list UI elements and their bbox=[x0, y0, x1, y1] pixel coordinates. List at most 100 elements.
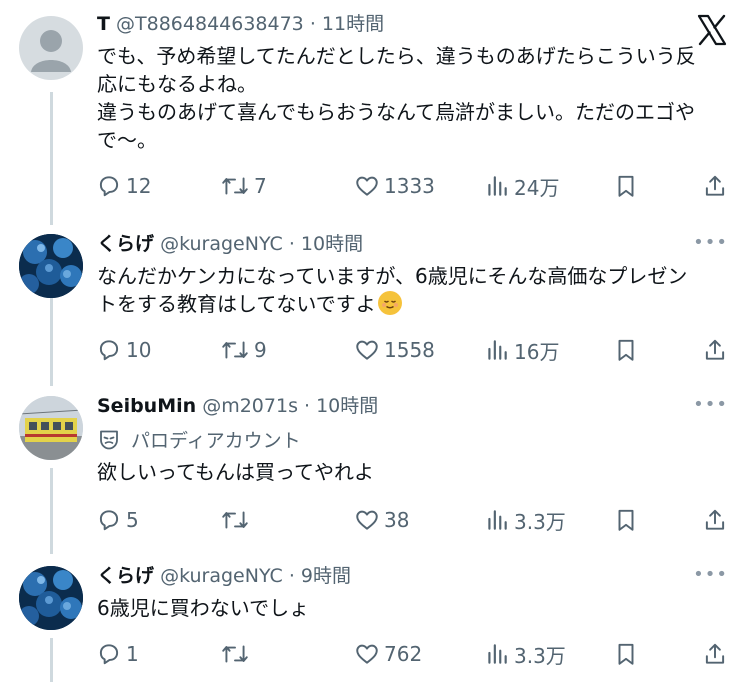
avatar[interactable] bbox=[19, 566, 83, 630]
bookmark-icon bbox=[618, 175, 634, 197]
more-icon[interactable]: ••• bbox=[693, 394, 728, 415]
share-button[interactable] bbox=[702, 172, 728, 200]
avatar[interactable] bbox=[19, 396, 83, 460]
retweet-button[interactable]: 7 bbox=[220, 172, 267, 200]
view-count: 24万 bbox=[514, 175, 560, 200]
reply-button[interactable]: 5 bbox=[96, 506, 139, 534]
tweet-header: SeibuMin @m2071s · 10時間 bbox=[97, 394, 378, 418]
user-handle[interactable]: @kurageNYC bbox=[160, 565, 283, 587]
tweet-text: 欲しいってもんは買ってやれよ bbox=[97, 458, 717, 486]
more-icon[interactable]: ••• bbox=[693, 564, 728, 585]
bookmark-button[interactable] bbox=[613, 506, 639, 534]
relieved-face-icon bbox=[377, 291, 402, 315]
user-handle[interactable]: @kurageNYC bbox=[160, 233, 283, 255]
views-button[interactable]: 3.3万 bbox=[484, 640, 566, 668]
timestamp[interactable]: · 10時間 bbox=[304, 395, 378, 417]
avatar[interactable] bbox=[19, 16, 83, 80]
tweet[interactable]: SeibuMin @m2071s · 10時間 ••• パロディアカウント 欲し… bbox=[0, 386, 750, 556]
views-icon bbox=[488, 510, 507, 530]
train-avatar-icon bbox=[19, 396, 83, 460]
timestamp[interactable]: · 9時間 bbox=[289, 565, 351, 587]
retweet-count: 9 bbox=[254, 338, 267, 362]
tweet-header: T @T8864844638473 · 11時間 bbox=[97, 12, 384, 36]
jellyfish-avatar-icon bbox=[19, 566, 83, 630]
like-count: 1333 bbox=[384, 174, 435, 198]
tweet-text: 6歳児に買わないでしょ bbox=[97, 594, 717, 622]
tweet[interactable]: T @T8864844638473 · 11時間 でも、予め希望してたんだとした… bbox=[0, 0, 750, 226]
views-button[interactable]: 3.3万 bbox=[484, 506, 566, 534]
retweet-count: 7 bbox=[254, 174, 267, 198]
retweet-icon bbox=[222, 177, 248, 195]
timestamp[interactable]: · 10時間 bbox=[289, 233, 363, 255]
tweet-text-line: 違うものあげて喜んでもらおうなんて烏滸がましい。ただのエゴや bbox=[97, 100, 695, 124]
tweet-text: でも、予め希望してたんだとしたら、違うものあげたらこういう反 応にもなるよね。 … bbox=[97, 42, 717, 154]
mask-icon bbox=[100, 430, 118, 449]
like-count: 1558 bbox=[384, 338, 435, 362]
share-button[interactable] bbox=[702, 336, 728, 364]
like-count: 38 bbox=[384, 508, 410, 532]
share-icon bbox=[705, 509, 725, 530]
retweet-icon bbox=[222, 341, 248, 359]
tweet[interactable]: くらげ @kurageNYC · 9時間 ••• 6歳児に買わないでしょ 1 7… bbox=[0, 556, 750, 682]
reply-button[interactable]: 12 bbox=[96, 172, 151, 200]
like-button[interactable]: 38 bbox=[354, 506, 409, 534]
bookmark-icon bbox=[618, 509, 634, 531]
action-bar: 1 762 3.3万 bbox=[0, 640, 750, 668]
tweet-text-line: でも、予め希望してたんだとしたら、違うものあげたらこういう反 bbox=[97, 44, 696, 68]
tweet-text-line: なんだかケンカになっていますが、6歳児にそんな高価なプレゼン bbox=[97, 264, 688, 288]
views-icon bbox=[488, 644, 507, 664]
view-count: 3.3万 bbox=[514, 643, 566, 668]
display-name[interactable]: くらげ bbox=[97, 565, 154, 587]
reply-count: 1 bbox=[126, 642, 139, 666]
retweet-button[interactable]: 9 bbox=[220, 336, 267, 364]
default-avatar-icon bbox=[31, 30, 71, 72]
like-button[interactable]: 1558 bbox=[354, 336, 435, 364]
avatar[interactable] bbox=[19, 234, 83, 298]
heart-icon bbox=[356, 644, 378, 664]
user-handle[interactable]: @m2071s bbox=[202, 395, 298, 417]
retweet-button[interactable] bbox=[220, 506, 254, 534]
reply-icon bbox=[99, 340, 119, 361]
action-bar: 10 9 1558 16万 bbox=[0, 336, 750, 364]
bookmark-button[interactable] bbox=[613, 640, 639, 668]
views-button[interactable]: 16万 bbox=[484, 336, 559, 364]
user-handle[interactable]: @T8864844638473 bbox=[116, 13, 304, 35]
view-count: 16万 bbox=[514, 339, 560, 364]
reply-icon bbox=[99, 510, 119, 531]
tweet-header: くらげ @kurageNYC · 9時間 bbox=[97, 564, 351, 588]
tweet-text-segment: トをする教育はしてないですよ bbox=[97, 292, 376, 316]
reply-button[interactable]: 10 bbox=[96, 336, 151, 364]
views-button[interactable]: 24万 bbox=[484, 172, 559, 200]
reply-count: 12 bbox=[126, 174, 152, 198]
share-button[interactable] bbox=[702, 640, 728, 668]
bookmark-button[interactable] bbox=[613, 336, 639, 364]
reply-icon bbox=[99, 644, 119, 665]
share-icon bbox=[705, 175, 725, 196]
reply-count: 5 bbox=[126, 508, 139, 532]
parody-account-label: パロディアカウント bbox=[131, 430, 301, 452]
like-button[interactable]: 1333 bbox=[354, 172, 435, 200]
display-name[interactable]: T bbox=[97, 13, 110, 35]
tweet-header: くらげ @kurageNYC · 10時間 bbox=[97, 232, 363, 256]
retweet-button[interactable] bbox=[220, 640, 254, 668]
timestamp[interactable]: · 11時間 bbox=[310, 13, 384, 35]
reply-count: 10 bbox=[126, 338, 152, 362]
action-bar: 12 7 1333 24万 bbox=[0, 172, 750, 200]
retweet-icon bbox=[222, 645, 248, 663]
reply-button[interactable]: 1 bbox=[96, 640, 139, 668]
like-button[interactable]: 762 bbox=[354, 640, 422, 668]
tweet-text-line: トをする教育はしてないですよ bbox=[97, 290, 717, 318]
display-name[interactable]: くらげ bbox=[97, 233, 154, 255]
more-icon[interactable]: ••• bbox=[693, 232, 728, 253]
heart-icon bbox=[356, 340, 378, 360]
bookmark-icon bbox=[618, 643, 634, 665]
tweet-text-line: で〜。 bbox=[97, 128, 157, 152]
parody-label: パロディアカウント bbox=[97, 426, 301, 453]
share-icon bbox=[705, 339, 725, 360]
display-name[interactable]: SeibuMin bbox=[97, 395, 196, 417]
view-count: 3.3万 bbox=[514, 509, 566, 534]
tweet[interactable]: くらげ @kurageNYC · 10時間 ••• なんだかケンカになっています… bbox=[0, 226, 750, 386]
bookmark-icon bbox=[618, 339, 634, 361]
bookmark-button[interactable] bbox=[613, 172, 639, 200]
share-button[interactable] bbox=[702, 506, 728, 534]
